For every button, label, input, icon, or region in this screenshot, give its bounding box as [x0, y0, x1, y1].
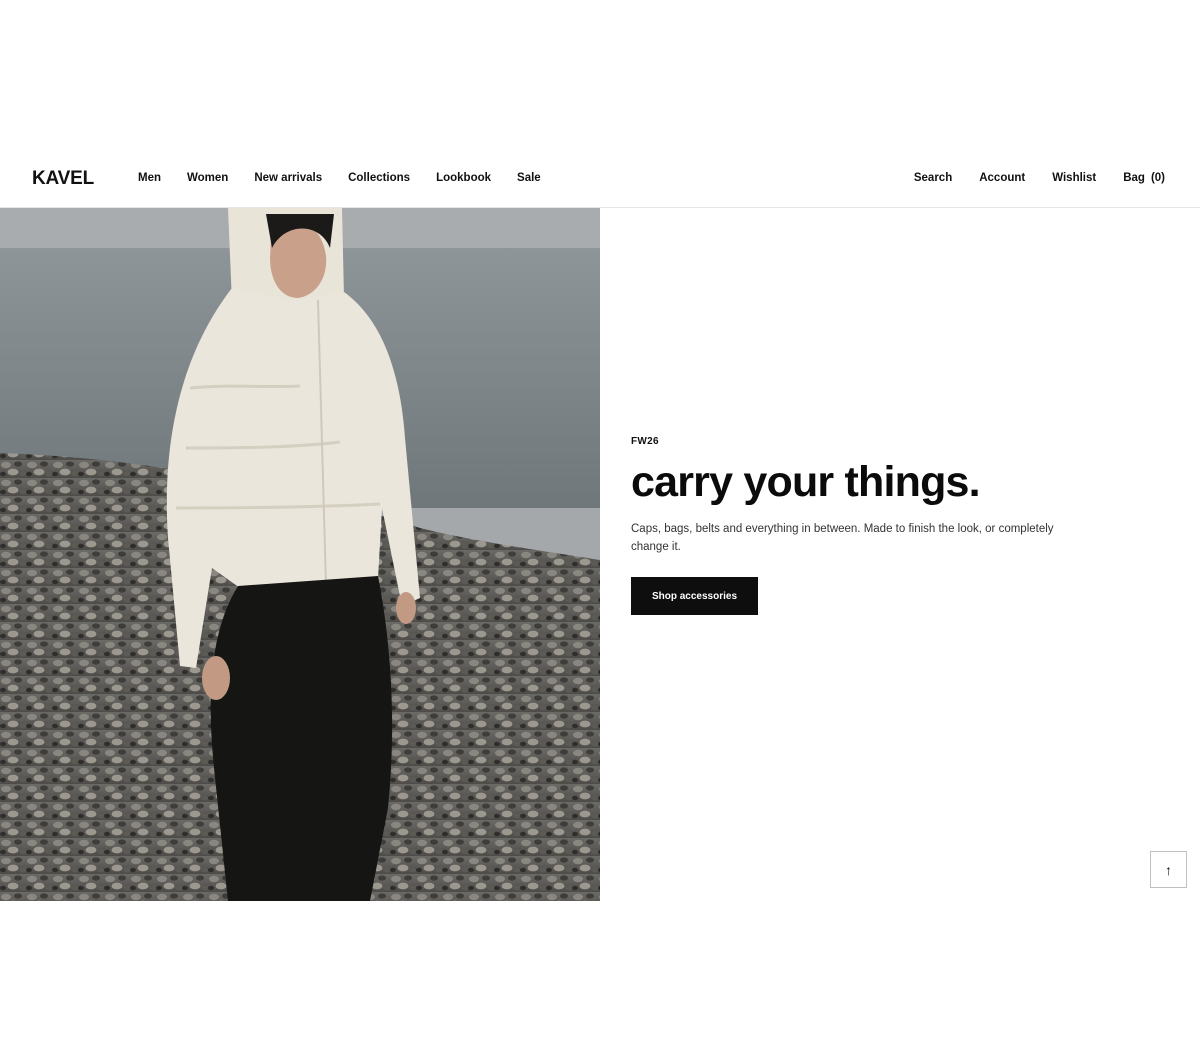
primary-nav: Men Women New arrivals Collections Lookb… — [138, 172, 567, 184]
brand-logo[interactable]: KAVEL — [32, 168, 94, 190]
bag-count: (0) — [1150, 172, 1165, 184]
utility-nav: Search Account Wishlist Bag (0) — [887, 172, 1165, 184]
nav-item-women[interactable]: Women — [187, 172, 228, 184]
hero-image — [0, 208, 600, 901]
back-to-top-button[interactable]: ↑ — [1150, 851, 1187, 888]
page: KAVEL Men Women New arrivals Collections… — [0, 0, 1200, 1051]
nav-item-sale[interactable]: Sale — [517, 172, 541, 184]
arrow-up-icon: ↑ — [1165, 861, 1172, 878]
wishlist-link[interactable]: Wishlist — [1052, 172, 1096, 184]
account-link[interactable]: Account — [979, 172, 1025, 184]
bag-link[interactable]: Bag (0) — [1123, 172, 1165, 184]
hero-description: Caps, bags, belts and everything in betw… — [631, 523, 1054, 554]
hero-content: FW26 carry your things. Caps, bags, belt… — [631, 436, 1091, 616]
nav-item-lookbook[interactable]: Lookbook — [436, 172, 491, 184]
nav-item-new-arrivals[interactable]: New arrivals — [254, 172, 322, 184]
search-link[interactable]: Search — [914, 172, 952, 184]
shop-accessories-button[interactable]: Shop accessories — [631, 577, 758, 616]
nav-item-collections[interactable]: Collections — [348, 172, 410, 184]
site-header: KAVEL Men Women New arrivals Collections… — [0, 150, 1200, 208]
hero-headline: carry your things. — [631, 458, 981, 506]
hero-eyebrow: FW26 — [631, 436, 659, 447]
hero-photo-illustration — [0, 208, 600, 901]
nav-item-men[interactable]: Men — [138, 172, 161, 184]
bag-label: Bag — [1123, 172, 1145, 184]
